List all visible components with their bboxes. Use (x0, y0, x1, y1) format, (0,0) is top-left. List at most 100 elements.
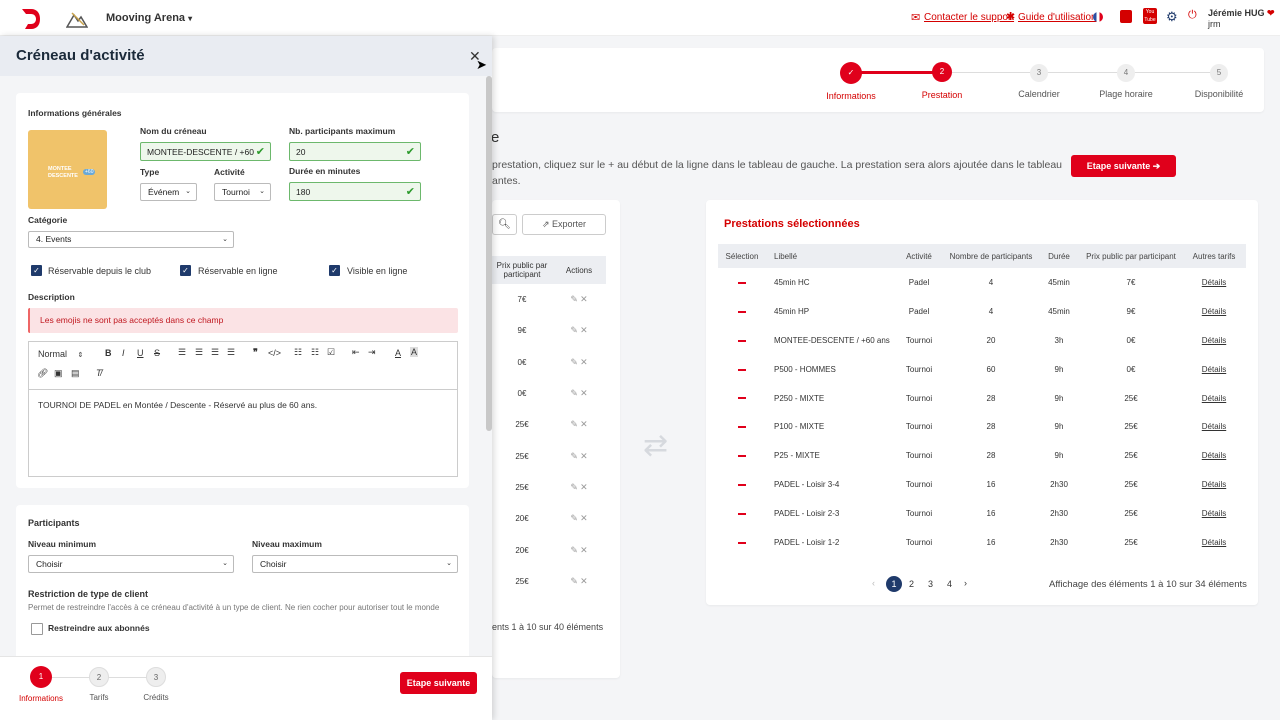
remove-icon[interactable] (718, 268, 766, 297)
image-icon[interactable]: ▣ (54, 368, 63, 379)
delete-icon[interactable]: ✕ (580, 325, 588, 335)
wizard-step-informations[interactable]: ✓ Informations (806, 62, 896, 101)
edit-icon[interactable]: ✎ (570, 357, 578, 367)
details-link[interactable]: Détails (1182, 528, 1246, 557)
link-icon[interactable]: 🔗︎ (37, 368, 48, 379)
search-button[interactable]: 🔍︎ (492, 214, 517, 235)
guide-link[interactable]: Guide d'utilisation (1018, 12, 1097, 23)
delete-icon[interactable]: ✕ (580, 357, 588, 367)
next-step-button[interactable]: Etape suivante ➔ (1071, 155, 1176, 177)
edit-icon[interactable]: ✎ (570, 419, 578, 429)
export-button[interactable]: ⇗ Exporter (522, 214, 606, 235)
arena-selector[interactable]: Mooving Arena ▾ (106, 12, 192, 24)
edit-icon[interactable]: ✎ (570, 388, 578, 398)
ordered-list-icon[interactable]: ☷ (294, 347, 302, 358)
footer-step-informations[interactable]: 1 Informations (11, 666, 71, 703)
wizard-step-plage-horaire[interactable]: 4 Plage horaire (1081, 64, 1171, 99)
details-link[interactable]: Détails (1182, 499, 1246, 528)
clear-format-icon[interactable]: T̸ (96, 368, 102, 378)
underline-icon[interactable]: U (137, 348, 144, 358)
remove-icon[interactable] (718, 441, 766, 470)
next-page[interactable]: › (964, 578, 967, 588)
page-3[interactable]: 3 (928, 579, 933, 589)
details-link[interactable]: Détails (1182, 384, 1246, 413)
align-left-icon[interactable]: ☰ (178, 347, 186, 358)
details-link[interactable]: Détails (1182, 326, 1246, 355)
text-color-icon[interactable]: A (395, 348, 401, 358)
remove-icon[interactable] (718, 499, 766, 528)
edit-icon[interactable]: ✎ (570, 294, 578, 304)
details-link[interactable]: Détails (1182, 470, 1246, 499)
edit-icon[interactable]: ✎ (570, 482, 578, 492)
remove-icon[interactable] (718, 384, 766, 413)
flag-fr-icon[interactable] (1093, 12, 1103, 22)
checkbox-online[interactable]: ✓ (180, 265, 191, 276)
edit-icon[interactable]: ✎ (570, 325, 578, 335)
youtube-icon[interactable]: You Tube (1143, 8, 1157, 24)
bold-icon[interactable]: B (105, 348, 112, 358)
align-right-icon[interactable]: ☰ (211, 347, 219, 358)
remove-icon[interactable] (718, 528, 766, 557)
support-link[interactable]: Contacter le support (924, 12, 1014, 23)
align-justify-icon[interactable]: ☰ (227, 347, 235, 358)
app-logo[interactable] (20, 7, 42, 31)
edit-icon[interactable]: ✎ (570, 513, 578, 523)
details-link[interactable]: Détails (1182, 355, 1246, 384)
gear-icon[interactable]: ⚙ (1166, 9, 1178, 25)
type-select[interactable]: Événem ⌄ (140, 183, 197, 201)
details-link[interactable]: Détails (1182, 297, 1246, 326)
bullet-list-icon[interactable]: ☷ (311, 347, 319, 358)
details-link[interactable]: Détails (1182, 441, 1246, 470)
strike-icon[interactable]: S (154, 348, 160, 358)
checkbox-club[interactable]: ✓ (31, 265, 42, 276)
highlight-icon[interactable]: A (410, 347, 419, 357)
page-4[interactable]: 4 (947, 579, 952, 589)
delete-icon[interactable]: ✕ (580, 451, 588, 461)
video-icon[interactable]: ▤ (71, 368, 80, 379)
italic-icon[interactable]: I (122, 348, 125, 358)
user-info[interactable]: Jérémie HUG ❤ jrm (1208, 8, 1275, 30)
indent-icon[interactable]: ⇥ (368, 347, 376, 358)
store-icon[interactable] (1120, 10, 1132, 23)
activity-select[interactable]: Tournoi ⌄ (214, 183, 271, 201)
edit-icon[interactable]: ✎ (570, 545, 578, 555)
align-center-icon[interactable]: ☰ (195, 347, 203, 358)
delete-icon[interactable]: ✕ (580, 513, 588, 523)
delete-icon[interactable]: ✕ (580, 482, 588, 492)
wizard-step-disponibilite[interactable]: 5 Disponibilité (1174, 64, 1264, 99)
name-field[interactable]: MONTEE-DESCENTE / +60 ✔ (140, 142, 271, 161)
slot-image[interactable]: MONTEE DESCENTE +60 (28, 130, 107, 209)
delete-icon[interactable]: ✕ (580, 388, 588, 398)
footer-step-credits[interactable]: 3 Crédits (126, 667, 186, 702)
restriction-checkbox[interactable] (31, 623, 43, 635)
delete-icon[interactable]: ✕ (580, 294, 588, 304)
remove-icon[interactable] (718, 297, 766, 326)
outdent-icon[interactable]: ⇤ (352, 347, 360, 358)
wizard-step-prestation[interactable]: 2 Prestation (897, 62, 987, 100)
code-icon[interactable]: </> (268, 348, 281, 358)
edit-icon[interactable]: ✎ (570, 451, 578, 461)
remove-icon[interactable] (718, 470, 766, 499)
remove-icon[interactable] (718, 326, 766, 355)
check-list-icon[interactable]: ☑ (327, 347, 335, 358)
prev-page[interactable]: ‹ (872, 578, 875, 588)
remove-icon[interactable] (718, 355, 766, 384)
remove-icon[interactable] (718, 412, 766, 441)
quote-icon[interactable]: ❞ (253, 347, 258, 358)
power-icon[interactable]: ⏻ (1188, 9, 1197, 22)
max-level-select[interactable]: Choisir ⌄ (252, 555, 458, 573)
delete-icon[interactable]: ✕ (580, 419, 588, 429)
page-2[interactable]: 2 (909, 579, 914, 589)
edit-icon[interactable]: ✎ (570, 576, 578, 586)
category-select[interactable]: 4. Events ⌄ (28, 231, 234, 248)
modal-next-button[interactable]: Etape suivante (400, 672, 477, 694)
wizard-step-calendrier[interactable]: 3 Calendrier (994, 64, 1084, 99)
footer-step-tarifs[interactable]: 2 Tarifs (69, 667, 129, 702)
page-1[interactable]: 1 (886, 576, 902, 592)
modal-scrollbar[interactable] (486, 76, 492, 431)
description-editor[interactable]: TOURNOI DE PADEL en Montée / Descente - … (28, 389, 458, 477)
details-link[interactable]: Détails (1182, 412, 1246, 441)
delete-icon[interactable]: ✕ (580, 545, 588, 555)
delete-icon[interactable]: ✕ (580, 576, 588, 586)
details-link[interactable]: Détails (1182, 268, 1246, 297)
